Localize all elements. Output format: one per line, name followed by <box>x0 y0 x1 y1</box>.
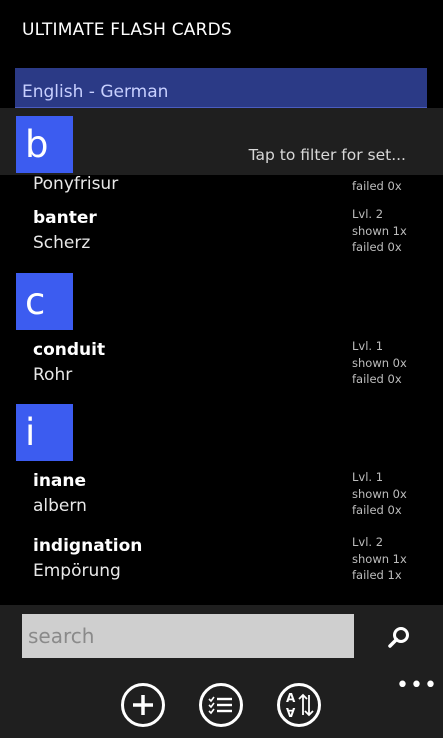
add-card-button[interactable] <box>121 683 165 727</box>
card-failed: failed 0x <box>352 179 402 193</box>
card-stats: Lvl. 1 shown 0x failed 0x <box>352 469 407 519</box>
checklist-icon <box>208 696 232 715</box>
card-level: Lvl. 1 <box>352 339 384 353</box>
search-button[interactable] <box>386 625 412 651</box>
card-failed: failed 1x <box>352 568 402 582</box>
app-bar: ••• A A <box>0 605 443 738</box>
app-title: ULTIMATE FLASH CARDS <box>22 20 232 40</box>
card-level: Lvl. 2 <box>352 535 384 549</box>
card-level: Lvl. 1 <box>352 470 384 484</box>
card-stats: Lvl. 2 shown 1x failed 0x <box>352 206 407 256</box>
search-icon <box>388 627 409 648</box>
card-shown: shown 0x <box>352 355 407 370</box>
more-options-button[interactable]: ••• <box>396 675 438 697</box>
card-shown: shown 1x <box>352 223 407 238</box>
language-pair-label: English - German <box>22 82 169 102</box>
card-list[interactable]: Ponyfrisur failed 0x banter Scherz Lvl. … <box>0 108 443 605</box>
card-stats: failed 0x <box>352 178 402 195</box>
card-failed: failed 0x <box>352 372 402 386</box>
sort-button[interactable]: A A <box>277 683 321 727</box>
card-translation: Rohr <box>33 365 73 385</box>
card-term: indignation <box>33 536 143 556</box>
card-shown: shown 0x <box>352 486 407 501</box>
card-stats: Lvl. 2 shown 1x failed 1x <box>352 534 407 584</box>
set-filter-header[interactable]: b Tap to filter for set... <box>0 108 443 175</box>
card-item[interactable]: banter Scherz Lvl. 2 shown 1x failed 0x <box>0 206 443 266</box>
card-translation: albern <box>33 496 87 516</box>
card-translation: Ponyfrisur <box>33 174 119 194</box>
card-level: Lvl. 2 <box>352 207 384 221</box>
card-shown: shown 1x <box>352 551 407 566</box>
group-header-b[interactable]: b <box>16 116 73 173</box>
card-translation: Empörung <box>33 561 121 581</box>
card-item[interactable]: inane albern Lvl. 1 shown 0x failed 0x <box>0 469 443 529</box>
card-term: banter <box>33 208 97 228</box>
language-pair-selector[interactable]: English - German <box>15 68 427 108</box>
card-term: conduit <box>33 340 106 360</box>
card-term: inane <box>33 471 87 491</box>
plus-icon <box>133 695 153 715</box>
card-item[interactable]: indignation Empörung Lvl. 2 shown 1x fai… <box>0 534 443 594</box>
card-translation: Scherz <box>33 233 91 253</box>
sort-arrows-icon <box>298 693 314 717</box>
card-failed: failed 0x <box>352 503 402 517</box>
search-input[interactable] <box>22 614 354 658</box>
select-cards-button[interactable] <box>199 683 243 727</box>
card-stats: Lvl. 1 shown 0x failed 0x <box>352 338 407 388</box>
group-header-i[interactable]: i <box>16 404 73 461</box>
filter-hint[interactable]: Tap to filter for set... <box>249 146 406 164</box>
card-item[interactable]: conduit Rohr Lvl. 1 shown 0x failed 0x <box>0 338 443 398</box>
group-header-c[interactable]: c <box>16 273 73 330</box>
card-failed: failed 0x <box>352 240 402 254</box>
